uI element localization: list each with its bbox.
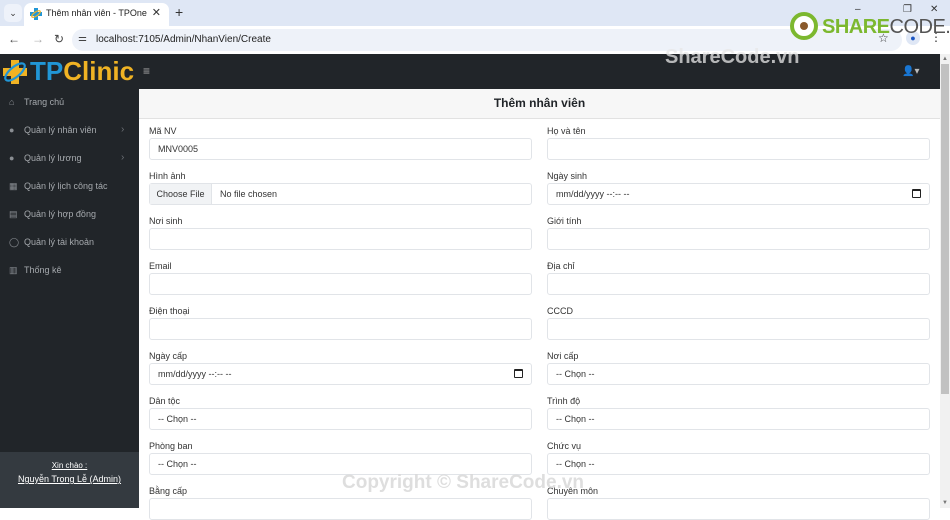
copyright-watermark: Copyright © ShareCode.vn — [342, 472, 585, 493]
brand-clinic: Clinic — [63, 56, 135, 86]
ho-ten-input[interactable] — [547, 138, 930, 160]
back-icon[interactable]: ← — [8, 32, 20, 46]
ngay-sinh-input[interactable]: mm/dd/yyyy --:-- -- — [547, 183, 930, 205]
field-label: Phòng ban — [149, 441, 193, 451]
scroll-up-icon[interactable]: ▲ — [942, 56, 948, 62]
greeting-text: Xin chào : — [51, 461, 88, 470]
top-navbar: TPClinic ≡ ShareCode.vn 👤▾ — [0, 46, 940, 89]
cccd-input[interactable] — [547, 318, 930, 340]
gioi-tinh-input[interactable] — [547, 228, 930, 250]
money-chat-icon: ● — [9, 153, 15, 163]
scrollbar-thumb[interactable] — [941, 64, 949, 394]
url-text: localhost:7105/Admin/NhanVien/Create — [96, 34, 271, 45]
field-label: Trình độ — [547, 396, 581, 406]
ma-nv-input[interactable]: MNV0005 — [149, 138, 532, 160]
noi-cap-select[interactable]: -- Chọn -- — [547, 363, 930, 385]
user-dropdown-icon[interactable]: 👤▾ — [902, 66, 919, 77]
field-label: CCCD — [547, 306, 573, 316]
field-label: Ngày sinh — [547, 171, 588, 181]
sidebar: ⌂ Trang chủ ● Quản lý nhân viên › ● Quản… — [0, 89, 139, 508]
hinh-anh-file-input[interactable]: Choose File No file chosen — [149, 183, 532, 205]
chevron-right-icon: › — [121, 124, 125, 135]
dan-toc-select[interactable]: -- Chọn -- — [149, 408, 532, 430]
chart-icon: ▥ — [9, 265, 18, 275]
forward-icon[interactable]: → — [32, 32, 44, 46]
sidebar-item-luong[interactable]: ● Quản lý lương › — [0, 145, 139, 173]
sidebar-item-label: Quản lý nhân viên — [24, 125, 97, 135]
date-placeholder: mm/dd/yyyy --:-- -- — [556, 189, 630, 199]
tab-list-button[interactable]: ⌄ — [4, 4, 22, 22]
file-status-text: No file chosen — [220, 189, 278, 199]
calendar-picker-icon[interactable] — [912, 189, 921, 198]
email-input[interactable] — [149, 273, 532, 295]
sidebar-item-label: Quản lý lương — [24, 153, 82, 163]
trinh-do-select[interactable]: -- Chọn -- — [547, 408, 930, 430]
site-settings-icon[interactable]: ⚌ — [78, 33, 87, 44]
close-window-button[interactable]: ✕ — [930, 4, 938, 15]
field-label: Chức vụ — [547, 441, 582, 451]
sidebar-item-hop-dong[interactable]: ▤ Quản lý hợp đồng — [0, 201, 139, 229]
app: TPClinic ≡ ShareCode.vn 👤▾ ⌂ Trang chủ ●… — [0, 46, 940, 520]
sidebar-item-nhan-vien[interactable]: ● Quản lý nhân viên › — [0, 117, 139, 145]
sidebar-item-label: Quản lý tài khoản — [24, 237, 95, 247]
sidebar-item-thong-ke[interactable]: ▥ Thống kê — [0, 257, 139, 285]
calendar-picker-icon[interactable] — [514, 369, 523, 378]
field-label: Nơi sinh — [149, 216, 183, 226]
field-label: Hình ảnh — [149, 171, 186, 181]
account-icon: ◯ — [9, 237, 20, 247]
sidebar-item-label: Quản lý hợp đồng — [24, 209, 96, 219]
clinic-cross-icon — [3, 60, 27, 84]
noi-sinh-input[interactable] — [149, 228, 532, 250]
field-label: Điện thoại — [149, 306, 190, 316]
scroll-down-icon[interactable]: ▼ — [942, 500, 948, 506]
calendar-icon: ▦ — [9, 181, 18, 191]
chevron-right-icon: › — [121, 152, 125, 163]
field-label: Dân tộc — [149, 396, 181, 406]
date-placeholder: mm/dd/yyyy --:-- -- — [158, 369, 232, 379]
sidebar-footer: Xin chào : Nguyễn Trọng Lễ (Admin) — [0, 452, 139, 508]
main-content: Thêm nhân viên Mã NV MNV0005 Họ và tên H… — [139, 89, 940, 520]
tab-title: Thêm nhân viên - TPOne — [46, 8, 147, 18]
field-label: Ngày cấp — [149, 351, 188, 361]
user-icon: ● — [9, 125, 15, 135]
field-label: Giới tính — [547, 216, 582, 226]
choose-file-button[interactable]: Choose File — [150, 184, 212, 204]
chuyen-mon-select[interactable] — [547, 498, 930, 520]
field-label: Nơi cấp — [547, 351, 579, 361]
page-title: Thêm nhân viên — [139, 89, 940, 119]
dien-thoai-input[interactable] — [149, 318, 532, 340]
favicon-icon — [30, 8, 42, 20]
tab-close-icon[interactable]: ✕ — [152, 6, 161, 19]
field-label: Địa chỉ — [547, 261, 575, 271]
browser-tab[interactable]: Thêm nhân viên - TPOne ✕ — [24, 3, 169, 26]
field-label: Bằng cấp — [149, 486, 188, 496]
field-label: Email — [149, 261, 172, 271]
dia-chi-input[interactable] — [547, 273, 930, 295]
sidebar-toggle-icon[interactable]: ≡ — [143, 64, 150, 78]
bang-cap-select[interactable] — [149, 498, 532, 520]
sidebar-item-trang-chu[interactable]: ⌂ Trang chủ — [0, 89, 139, 117]
sharecode-logo-sub: CODE.vn — [889, 16, 950, 38]
field-label: Họ và tên — [547, 126, 586, 136]
sidebar-item-lich-cong-tac[interactable]: ▦ Quản lý lịch công tác — [0, 173, 139, 201]
contract-icon: ▤ — [9, 209, 18, 219]
sidebar-item-tai-khoan[interactable]: ◯ Quản lý tài khoản — [0, 229, 139, 257]
sharecode-logo: SHARECODE.vn — [790, 12, 950, 42]
sharecode-logo-main: SHARE — [822, 16, 890, 38]
new-tab-button[interactable]: + — [175, 4, 183, 20]
home-icon: ⌂ — [9, 97, 15, 107]
chuc-vu-select[interactable]: -- Chọn -- — [547, 453, 930, 475]
page-scrollbar[interactable]: ▲ ▼ — [940, 54, 950, 508]
watermark-top: ShareCode.vn — [665, 46, 800, 68]
sidebar-item-label: Quản lý lịch công tác — [24, 181, 108, 191]
reload-icon[interactable]: ↻ — [54, 32, 64, 46]
sharecode-logo-icon — [790, 12, 818, 40]
sidebar-item-label: Thống kê — [24, 265, 62, 275]
username-link[interactable]: Nguyễn Trọng Lễ (Admin) — [0, 474, 139, 484]
sidebar-item-label: Trang chủ — [24, 97, 65, 107]
field-label: Mã NV — [149, 126, 177, 136]
ngay-cap-input[interactable]: mm/dd/yyyy --:-- -- — [149, 363, 532, 385]
brand-tp: TP — [30, 56, 64, 86]
